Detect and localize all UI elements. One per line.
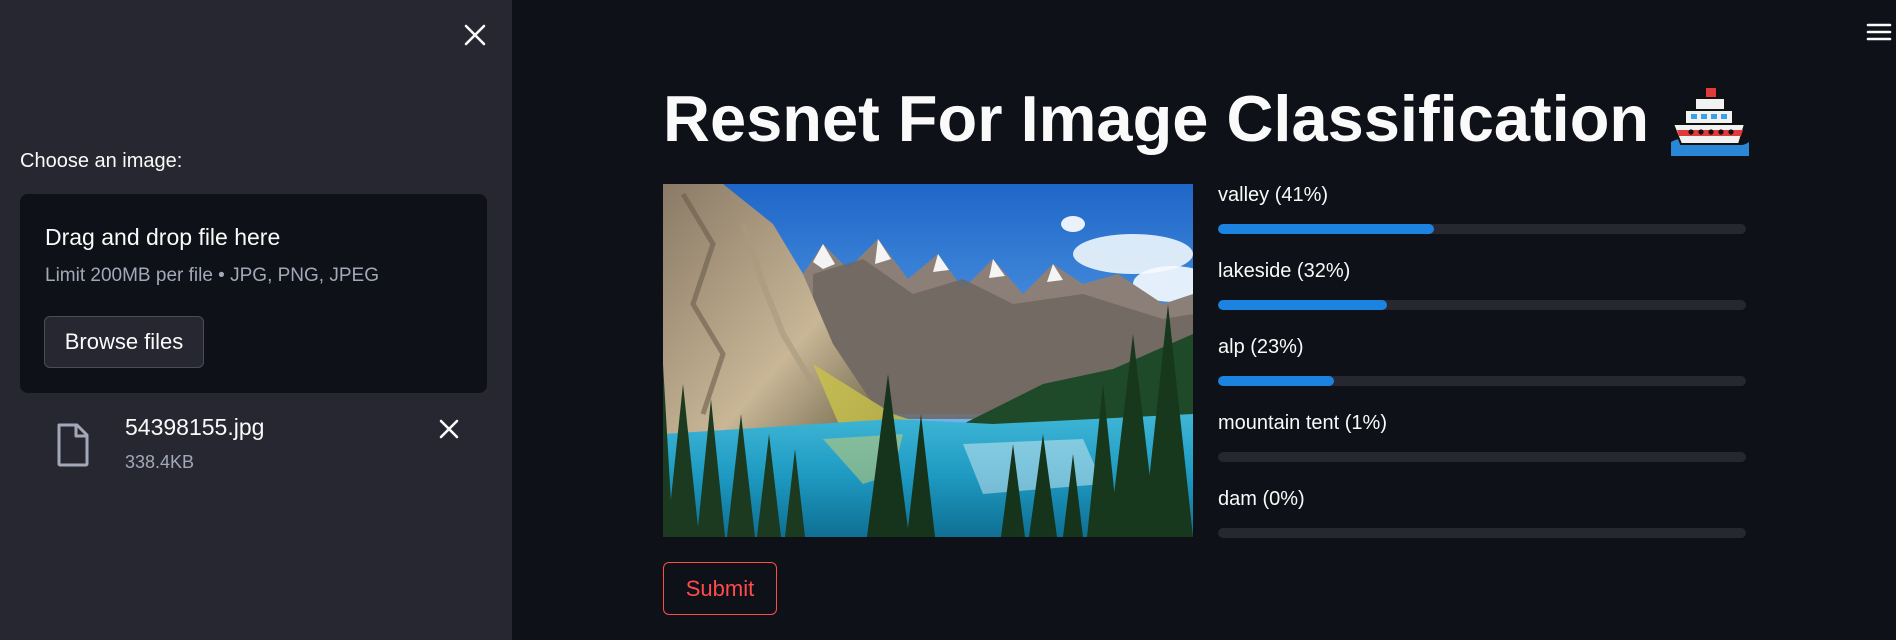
sidebar-close-icon[interactable] [462,22,488,48]
sidebar: Choose an image: Drag and drop file here… [0,0,512,640]
dropzone-title: Drag and drop file here [45,224,281,250]
file-icon [54,422,92,468]
app: Choose an image: Drag and drop file here… [0,0,1896,640]
prediction-label: alp (23%) [1218,336,1304,358]
page-title: Resnet For Image Classification [663,80,1750,156]
prediction-item: alp (23%) [1218,336,1746,396]
file-dropzone[interactable]: Drag and drop file here Limit 200MB per … [20,194,487,393]
browse-files-button[interactable]: Browse files [44,316,204,368]
prediction-item: lakeside (32%) [1218,260,1746,320]
uploaded-file: 54398155.jpg 338.4KB [20,410,487,480]
prediction-progress-bar [1218,528,1746,538]
uploader-label: Choose an image: [20,150,183,172]
page-title-text: Resnet For Image Classification [663,81,1650,155]
classified-image [663,184,1193,537]
remove-file-icon[interactable] [436,416,462,442]
prediction-progress-fill [1218,376,1335,386]
prediction-progress-fill [1218,224,1435,234]
ship-emoji-icon [1669,80,1750,156]
prediction-label: valley (41%) [1218,184,1329,206]
prediction-progress-bar [1218,452,1746,462]
hamburger-menu-icon[interactable] [1866,20,1892,44]
file-name: 54398155.jpg [125,414,265,440]
prediction-progress-bar [1218,300,1746,310]
prediction-label: dam (0%) [1218,488,1305,510]
prediction-item: dam (0%) [1218,488,1746,548]
prediction-progress-fill [1218,300,1387,310]
prediction-label: mountain tent (1%) [1218,412,1387,434]
prediction-item: mountain tent (1%) [1218,412,1746,472]
file-size: 338.4KB [125,452,195,472]
dropzone-limit: Limit 200MB per file • JPG, PNG, JPEG [45,265,379,286]
submit-button[interactable]: Submit [663,562,777,615]
prediction-item: valley (41%) [1218,184,1746,244]
prediction-progress-bar [1218,376,1746,386]
prediction-progress-bar [1218,224,1746,234]
prediction-label: lakeside (32%) [1218,260,1351,282]
